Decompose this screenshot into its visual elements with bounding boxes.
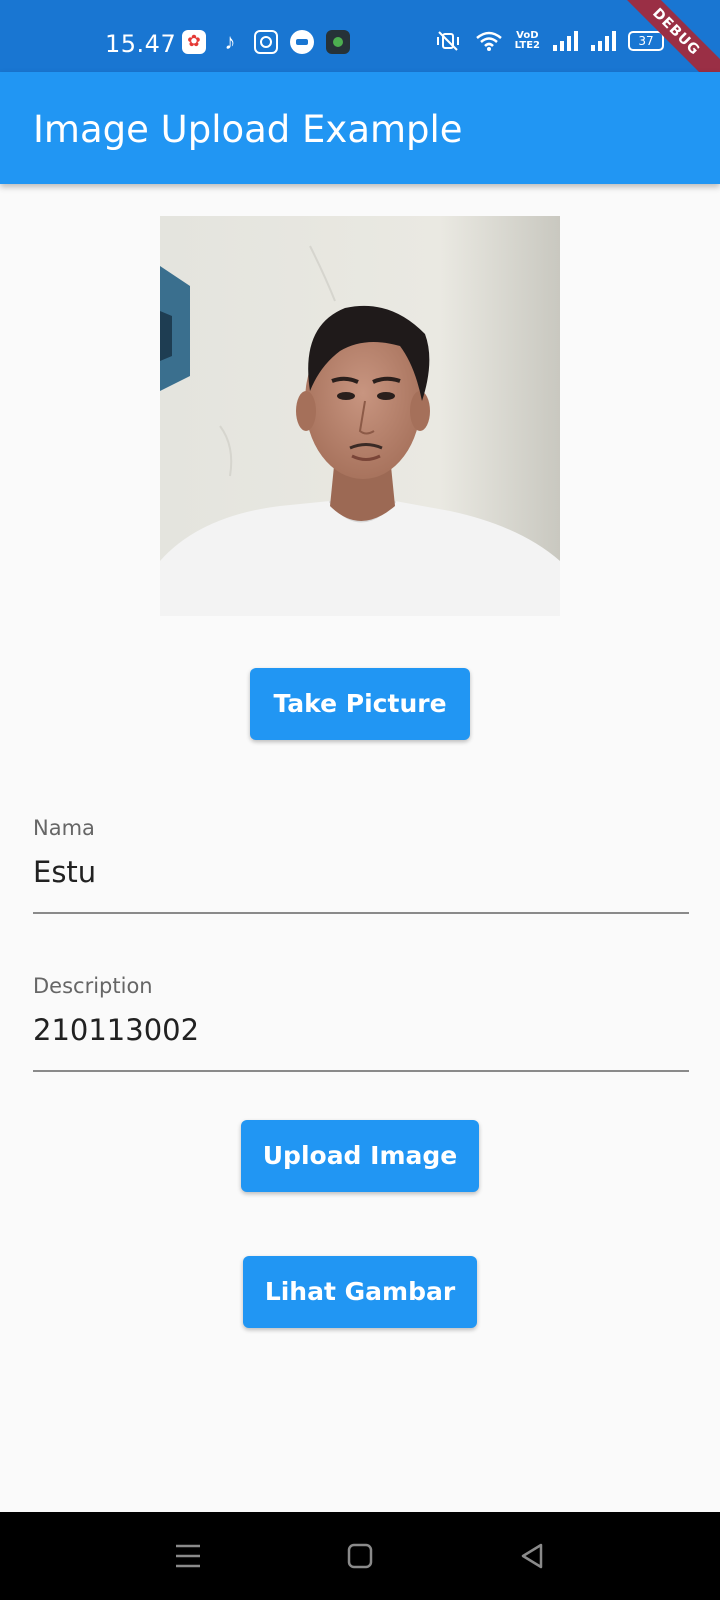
wifi-icon <box>475 30 503 52</box>
view-images-button[interactable]: Lihat Gambar <box>243 1256 477 1328</box>
battery-icon: 37 <box>628 31 664 51</box>
tiktok-icon: ♪ <box>224 29 236 54</box>
status-time: 15.47 <box>105 30 177 58</box>
back-icon[interactable] <box>512 1536 552 1576</box>
signal-icon <box>590 31 616 51</box>
menu-icon[interactable] <box>168 1536 208 1576</box>
volte-label-bottom: LTE2 <box>514 40 540 51</box>
signal-icon <box>552 31 578 51</box>
app-bar: Image Upload Example <box>0 72 720 184</box>
app-icon <box>326 30 350 54</box>
instagram-icon <box>254 30 278 54</box>
message-icon <box>290 30 314 54</box>
take-picture-button[interactable]: Take Picture <box>250 668 470 740</box>
mute-vibrate-icon <box>433 30 463 52</box>
photos-icon: ✿ <box>182 30 206 54</box>
status-bar: 15.47 ✿ ♪ VoD LTE2 37 DEBUG <box>0 0 720 98</box>
name-field-label: Nama <box>33 816 95 840</box>
description-input[interactable] <box>33 1008 689 1052</box>
name-field[interactable]: Nama <box>33 802 689 914</box>
home-icon[interactable] <box>340 1536 380 1576</box>
volte-icon: VoD LTE2 <box>515 31 540 51</box>
navigation-bar <box>0 1512 720 1600</box>
notification-icons: ✿ ♪ <box>182 30 350 54</box>
description-field[interactable]: Description <box>33 960 689 1072</box>
selfie-photo <box>160 216 560 616</box>
name-input[interactable] <box>33 850 689 894</box>
upload-image-button[interactable]: Upload Image <box>241 1120 479 1192</box>
page-title: Image Upload Example <box>33 108 463 151</box>
system-icons: VoD LTE2 37 <box>433 30 664 52</box>
description-field-label: Description <box>33 974 153 998</box>
